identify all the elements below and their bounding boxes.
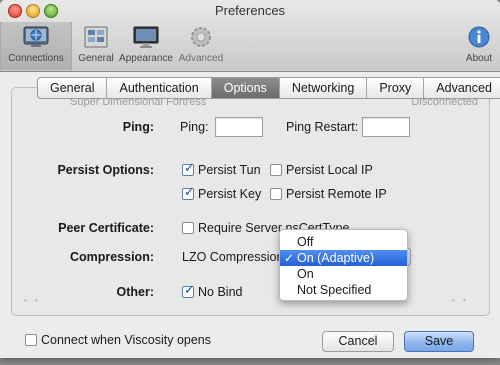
toolbar-about-label: About bbox=[465, 53, 493, 64]
compression-select[interactable]: LZO Compression bbox=[182, 250, 283, 264]
menu-item-on-adaptive-label: On (Adaptive) bbox=[297, 251, 375, 265]
persist-key-checkbox[interactable]: ✓ bbox=[182, 184, 195, 200]
connect-on-open-checkbox[interactable] bbox=[25, 334, 37, 346]
title-bar: Preferences Connections General Appearan… bbox=[0, 0, 500, 72]
toolbar-general-label: General bbox=[78, 53, 114, 64]
preferences-window: Preferences Connections General Appearan… bbox=[0, 0, 500, 358]
ping-input[interactable] bbox=[215, 117, 263, 137]
window-title: Preferences bbox=[214, 3, 286, 18]
ping-field-label: Ping: bbox=[180, 120, 209, 134]
peer-certificate-label: Peer Certificate: bbox=[58, 221, 154, 235]
left-resize-dots: • • bbox=[24, 296, 41, 305]
tab-authentication[interactable]: Authentication bbox=[107, 78, 212, 98]
connections-icon bbox=[23, 26, 49, 47]
info-icon bbox=[468, 26, 490, 48]
toolbar-advanced-label: Advanced bbox=[178, 53, 224, 64]
tab-networking[interactable]: Networking bbox=[280, 78, 368, 98]
persist-local-ip-label: Persist Local IP bbox=[286, 163, 373, 177]
checkmark-icon: ✓ bbox=[184, 160, 195, 175]
no-bind-checkbox[interactable]: ✓ bbox=[182, 282, 195, 298]
tab-advanced[interactable]: Advanced bbox=[424, 78, 500, 98]
ping-label: Ping: bbox=[122, 120, 154, 134]
cancel-button[interactable]: Cancel bbox=[322, 331, 394, 352]
advanced-gear-icon bbox=[191, 27, 211, 47]
tab-proxy[interactable]: Proxy bbox=[367, 78, 425, 98]
toolbar-appearance[interactable]: Appearance bbox=[118, 22, 174, 70]
toolbar-general[interactable]: General bbox=[72, 22, 120, 70]
persist-tun-label: Persist Tun bbox=[198, 163, 261, 177]
tab-options[interactable]: Options bbox=[211, 78, 280, 98]
persist-options-label: Persist Options: bbox=[57, 163, 154, 177]
save-button[interactable]: Save bbox=[404, 331, 474, 352]
menu-item-off[interactable]: Off bbox=[280, 234, 407, 250]
ping-restart-label: Ping Restart: bbox=[286, 120, 359, 134]
right-resize-dots: • • bbox=[452, 296, 469, 305]
persist-tun-checkbox[interactable]: ✓ bbox=[182, 160, 195, 176]
toolbar-advanced[interactable]: Advanced bbox=[176, 22, 226, 70]
no-bind-label: No Bind bbox=[198, 285, 243, 299]
appearance-icon bbox=[133, 26, 159, 48]
require-ns-cert-checkbox[interactable] bbox=[182, 222, 194, 234]
menu-item-on-adaptive[interactable]: ✓ On (Adaptive) bbox=[280, 250, 407, 266]
compression-dropdown-menu: Off ✓ On (Adaptive) On Not Specified bbox=[279, 229, 408, 301]
general-icon bbox=[84, 26, 108, 48]
ping-restart-input[interactable] bbox=[362, 117, 410, 137]
persist-local-ip-checkbox[interactable] bbox=[270, 164, 282, 176]
persist-remote-ip-label: Persist Remote IP bbox=[286, 187, 387, 201]
checkmark-icon: ✓ bbox=[184, 184, 195, 199]
checkmark-icon: ✓ bbox=[184, 282, 195, 297]
menu-item-on[interactable]: On bbox=[280, 266, 407, 282]
toolbar-connections-label: Connections bbox=[8, 53, 64, 64]
other-label: Other: bbox=[116, 285, 155, 299]
menu-checkmark-icon: ✓ bbox=[284, 251, 295, 265]
tab-bar: General Authentication Options Networkin… bbox=[37, 77, 500, 99]
toolbar-appearance-label: Appearance bbox=[119, 53, 173, 64]
tab-general[interactable]: General bbox=[38, 78, 108, 98]
menu-item-not-specified[interactable]: Not Specified bbox=[280, 282, 407, 298]
persist-remote-ip-checkbox[interactable] bbox=[270, 188, 282, 200]
compression-label: Compression: bbox=[69, 250, 154, 264]
persist-key-label: Persist Key bbox=[198, 187, 262, 201]
connect-on-open-label: Connect when Viscosity opens bbox=[41, 333, 212, 347]
toolbar-connections[interactable]: Connections bbox=[0, 22, 72, 70]
toolbar-about[interactable]: About bbox=[458, 22, 500, 70]
